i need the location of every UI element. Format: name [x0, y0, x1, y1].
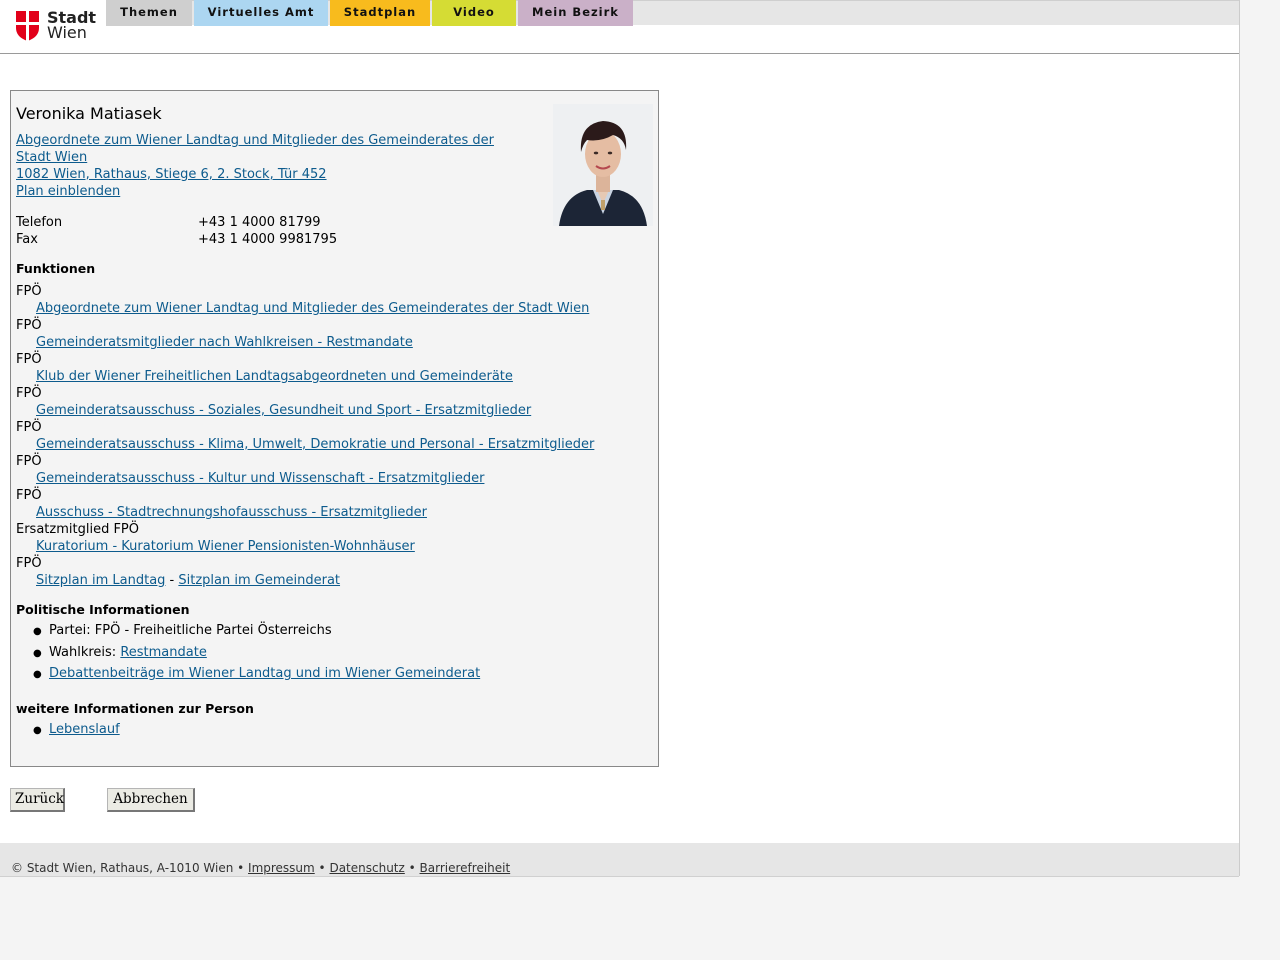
seat-plan-links: Sitzplan im Landtag - Sitzplan im Gemein…	[36, 572, 340, 589]
address-link[interactable]: 1082 Wien, Rathaus, Stiege 6, 2. Stock, …	[16, 166, 327, 183]
cv-link[interactable]: Lebenslauf	[49, 721, 120, 738]
seat-plan-gemeinderat-link[interactable]: Sitzplan im Gemeinderat	[178, 573, 340, 588]
tab-virtuelles-amt[interactable]: Virtuelles Amt	[194, 0, 328, 26]
wien-shield-icon	[16, 11, 39, 41]
bullet: ●	[33, 725, 42, 736]
function-party: FPÖ	[16, 318, 42, 333]
wahlkreis-link[interactable]: Restmandate	[120, 645, 207, 660]
bullet: ●	[33, 648, 42, 659]
portrait-image	[553, 104, 653, 226]
cancel-button[interactable]: Abbrechen	[107, 788, 195, 812]
bullet: ●	[33, 626, 42, 637]
back-button[interactable]: Zurück	[10, 788, 65, 812]
barrierefreiheit-link[interactable]: Barrierefreiheit	[420, 861, 511, 875]
plan-link[interactable]: Plan einblenden	[16, 183, 120, 200]
function-link[interactable]: Klub der Wiener Freiheitlichen Landtagsa…	[36, 368, 513, 385]
tab-themen[interactable]: Themen	[106, 0, 192, 26]
function-party: FPÖ	[16, 420, 42, 435]
bullet: ●	[33, 669, 42, 680]
footer: © Stadt Wien, Rathaus, A-1010 Wien • Imp…	[0, 843, 1239, 877]
footer-text: © Stadt Wien, Rathaus, A-1010 Wien • Imp…	[11, 861, 510, 875]
page: Stadt Wien Themen Virtuelles Amt Stadtpl…	[0, 0, 1240, 877]
tab-video[interactable]: Video	[432, 0, 516, 26]
function-link[interactable]: Ausschuss - Stadtrechnungshofausschuss -…	[36, 504, 427, 521]
function-party: FPÖ	[16, 454, 42, 469]
function-party: Ersatzmitglied FPÖ	[16, 522, 139, 537]
phone-value: +43 1 4000 81799	[198, 215, 321, 230]
function-party: FPÖ	[16, 488, 42, 503]
political-heading: Politische Informationen	[16, 602, 190, 617]
role-link-line1[interactable]: Abgeordnete zum Wiener Landtag und Mitgl…	[16, 132, 494, 149]
function-party: FPÖ	[16, 284, 42, 299]
person-name: Veronika Matiasek	[16, 104, 162, 123]
tab-stadtplan[interactable]: Stadtplan	[330, 0, 430, 26]
fax-label: Fax	[16, 232, 38, 247]
phone-label: Telefon	[16, 215, 63, 230]
functions-heading: Funktionen	[16, 261, 96, 276]
party-info: Partei: FPÖ - Freiheitliche Partei Öster…	[49, 623, 332, 638]
seat-plan-landtag-link[interactable]: Sitzplan im Landtag	[36, 573, 165, 588]
footer-copyright: © Stadt Wien, Rathaus, A-1010 Wien	[11, 861, 234, 875]
datenschutz-link[interactable]: Datenschutz	[329, 861, 404, 875]
footer-separator: •	[404, 861, 420, 875]
function-link[interactable]: Gemeinderatsausschuss - Kultur und Wisse…	[36, 470, 484, 487]
fax-value: +43 1 4000 9981795	[198, 232, 338, 247]
stadt-wien-logo[interactable]: Stadt Wien	[16, 10, 96, 42]
role-link-line2[interactable]: Stadt Wien	[16, 149, 87, 166]
person-card: Veronika Matiasek Abgeordnete zum Wiener…	[10, 90, 659, 767]
more-info-heading: weitere Informationen zur Person	[16, 701, 254, 716]
function-link[interactable]: Gemeinderatsausschuss - Klima, Umwelt, D…	[36, 436, 594, 453]
function-link[interactable]: Kuratorium - Kuratorium Wiener Pensionis…	[36, 538, 415, 555]
function-link[interactable]: Gemeinderatsausschuss - Soziales, Gesund…	[36, 402, 531, 419]
logo-text-wien: Wien	[47, 23, 87, 42]
function-link[interactable]: Abgeordnete zum Wiener Landtag und Mitgl…	[36, 300, 589, 317]
footer-separator: •	[314, 861, 330, 875]
footer-separator: •	[233, 861, 249, 875]
wahlkreis-label: Wahlkreis:	[49, 645, 121, 660]
function-party: FPÖ	[16, 386, 42, 401]
header: Stadt Wien Themen Virtuelles Amt Stadtpl…	[0, 0, 1239, 54]
wahlkreis-item: Wahlkreis: Restmandate	[49, 644, 207, 661]
debate-link[interactable]: Debattenbeiträge im Wiener Landtag und i…	[49, 665, 480, 682]
impressum-link[interactable]: Impressum	[248, 861, 315, 875]
tab-mein-bezirk[interactable]: Mein Bezirk	[518, 0, 633, 26]
seat-plan-separator: -	[165, 573, 179, 588]
function-party: FPÖ	[16, 556, 42, 571]
person-photo	[553, 104, 653, 226]
function-party: FPÖ	[16, 352, 42, 367]
function-link[interactable]: Gemeinderatsmitglieder nach Wahlkreisen …	[36, 334, 413, 351]
